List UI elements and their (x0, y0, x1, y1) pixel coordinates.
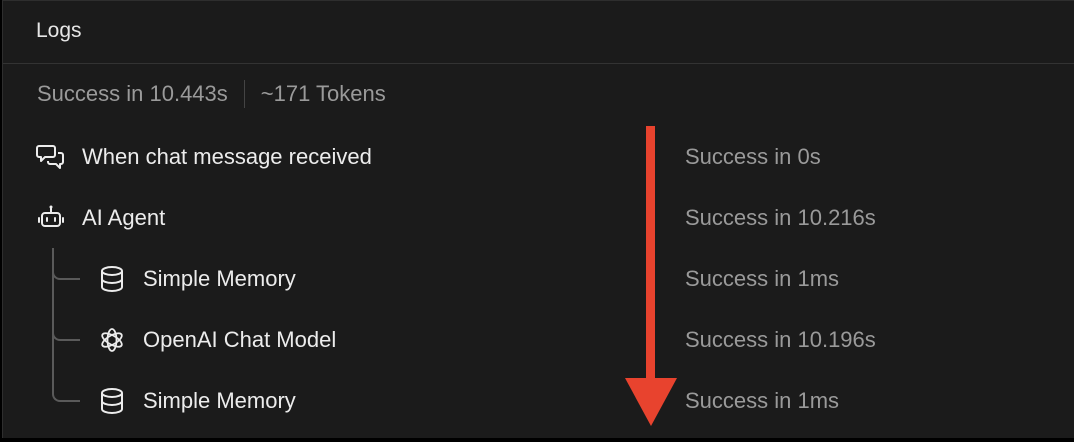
openai-icon (101, 328, 123, 352)
log-row-status: Success in 10.196s (685, 327, 876, 352)
run-status-text: Success in 10.443s (37, 81, 228, 106)
log-row-chat-trigger[interactable]: When chat message received Success in 0s (3, 136, 1074, 176)
logs-header: Logs (3, 0, 1074, 64)
log-row-simple-memory[interactable]: Simple Memory Success in 1ms (3, 380, 1074, 420)
robot-icon (38, 205, 64, 227)
log-row-label: When chat message received (82, 144, 372, 169)
database-icon (101, 388, 123, 415)
log-row-ai-agent[interactable]: AI Agent Success in 10.216s (3, 197, 1074, 237)
log-row-status: Success in 0s (685, 144, 821, 169)
log-row-openai-chat-model[interactable]: OpenAI Chat Model Success in 10.196s (3, 319, 1074, 359)
run-summary: Success in 10.443s ~171 Tokens (37, 80, 386, 108)
database-icon (101, 266, 123, 293)
log-row-label: AI Agent (82, 205, 166, 230)
logs-panel: Logs Success in 10.443s ~171 Tokens When… (2, 0, 1074, 438)
chat-icon (36, 145, 64, 169)
log-row-status: Success in 1ms (685, 388, 840, 413)
token-count: ~171 Tokens (260, 81, 386, 106)
log-row-simple-memory[interactable]: Simple Memory Success in 1ms (3, 258, 1074, 298)
log-row-status: Success in 1ms (685, 266, 840, 291)
log-row-label: OpenAI Chat Model (143, 327, 337, 352)
down-arrow-annotation-icon (625, 126, 677, 426)
log-row-status: Success in 10.216s (685, 205, 876, 230)
log-row-label: Simple Memory (143, 266, 296, 291)
logs-title: Logs (36, 19, 82, 42)
log-row-label: Simple Memory (143, 388, 296, 413)
summary-divider (243, 80, 245, 108)
